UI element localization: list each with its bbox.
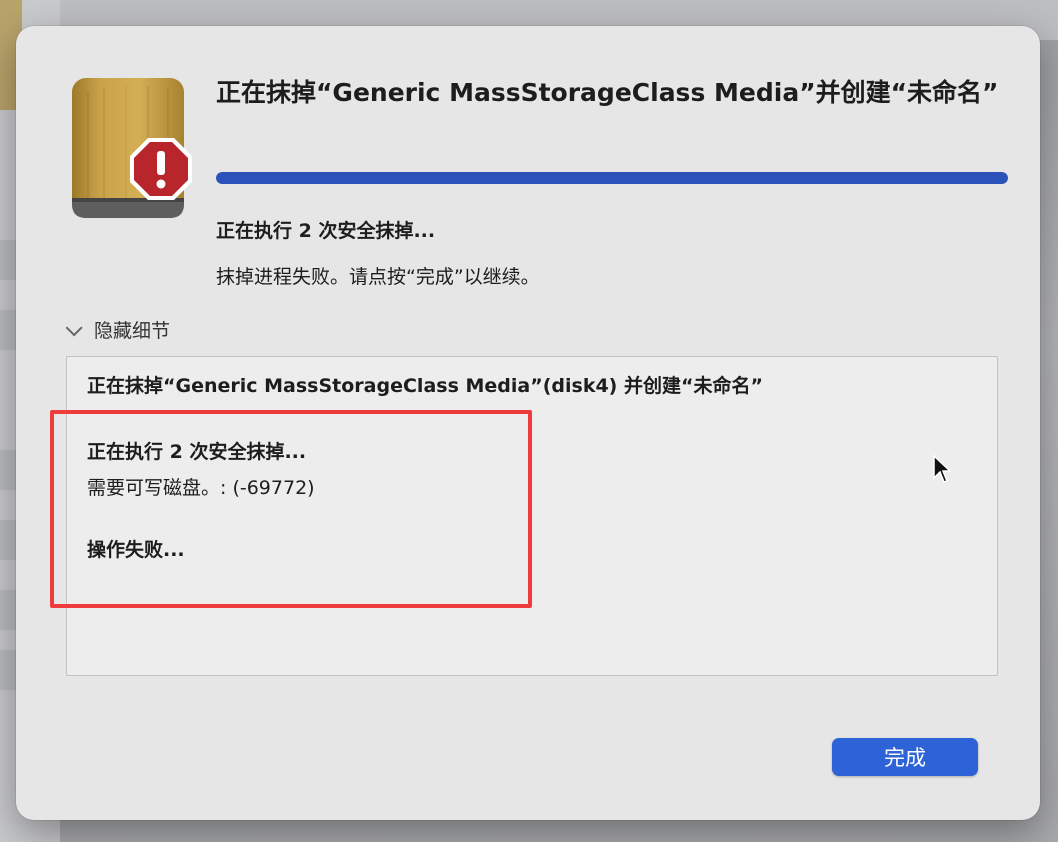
hide-details-label: 隐藏细节 bbox=[94, 320, 171, 342]
progress-bar-fill bbox=[216, 172, 1008, 184]
progress-bar bbox=[216, 172, 1008, 184]
hide-details-toggle[interactable]: 隐藏细节 bbox=[65, 316, 171, 343]
chevron-down-icon bbox=[65, 318, 83, 336]
done-button[interactable]: 完成 bbox=[832, 738, 978, 776]
log-line: 正在抹掉“Generic MassStorageClass Media”(dis… bbox=[87, 375, 763, 397]
erase-dialog: 正在抹掉“Generic MassStorageClass Media”并创建“… bbox=[16, 26, 1040, 820]
warning-octagon-icon bbox=[130, 138, 192, 200]
mouse-pointer-icon bbox=[933, 454, 952, 483]
status-subtitle: 抹掉进程失败。请点按“完成”以继续。 bbox=[216, 266, 540, 288]
status-title: 正在执行 2 次安全抹掉... bbox=[216, 220, 436, 242]
dialog-title: 正在抹掉“Generic MassStorageClass Media”并创建“… bbox=[216, 78, 999, 107]
red-highlight-box bbox=[50, 410, 532, 608]
